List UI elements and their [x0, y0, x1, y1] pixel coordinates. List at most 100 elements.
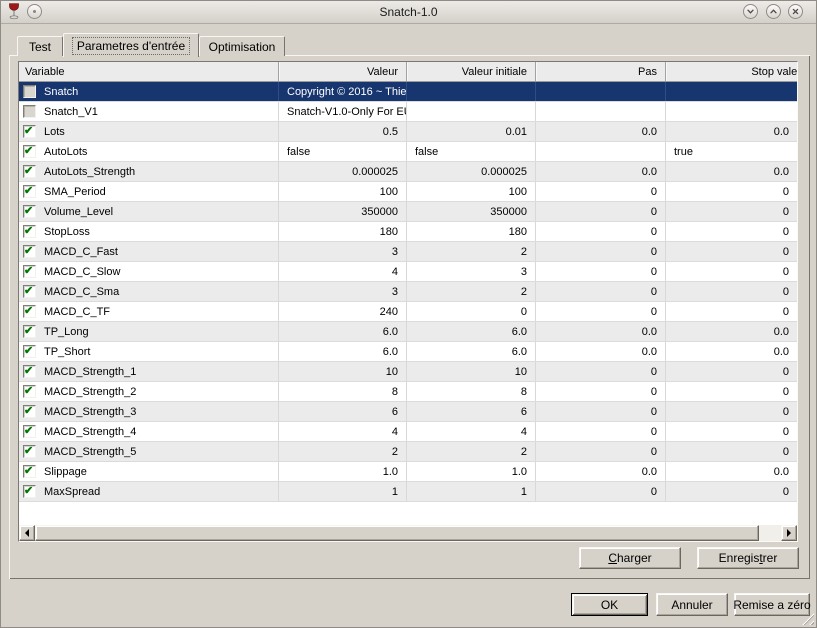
row-value-cell[interactable]: 0.0	[666, 162, 797, 181]
row-checkbox[interactable]: ✔	[23, 345, 36, 358]
row-value-cell[interactable]: 2	[407, 242, 536, 261]
row-value-cell[interactable]	[536, 82, 666, 101]
row-value-cell[interactable]: 0	[536, 282, 666, 301]
row-value-cell[interactable]: 0	[666, 422, 797, 441]
row-value-cell[interactable]: 0.0	[536, 122, 666, 141]
row-value-cell[interactable]: 0.5	[279, 122, 407, 141]
row-value-cell[interactable]: 0.0	[666, 322, 797, 341]
table-row[interactable]: ✔ SMA_Period 100 100 0 0	[19, 182, 797, 202]
row-value-cell[interactable]: 0	[666, 362, 797, 381]
row-checkbox[interactable]: ✔	[23, 245, 36, 258]
row-value-cell[interactable]: 0	[536, 442, 666, 461]
row-value-cell[interactable]: 350000	[407, 202, 536, 221]
row-value-cell[interactable]: 6.0	[407, 342, 536, 361]
row-value-cell[interactable]: 0	[536, 382, 666, 401]
table-row[interactable]: ✔ MaxSpread 1 1 0 0	[19, 482, 797, 502]
scroll-left-button[interactable]	[19, 525, 35, 541]
row-checkbox[interactable]: ✔	[23, 405, 36, 418]
close-button[interactable]	[788, 4, 803, 19]
row-checkbox[interactable]: ✔	[23, 145, 36, 158]
scroll-right-button[interactable]	[781, 525, 797, 541]
row-checkbox[interactable]: ✔	[23, 425, 36, 438]
row-value-cell[interactable]	[407, 82, 536, 101]
row-value-cell[interactable]: 1	[407, 482, 536, 501]
tab-optimisation[interactable]: Optimisation	[199, 36, 285, 56]
row-value-cell[interactable]: 0.0	[536, 162, 666, 181]
table-row[interactable]: ✔ Lots 0.5 0.01 0.0 0.0	[19, 122, 797, 142]
table-row[interactable]: ✔ TP_Short 6.0 6.0 0.0 0.0	[19, 342, 797, 362]
row-value-cell[interactable]	[666, 82, 797, 101]
row-value-cell[interactable]: 1.0	[407, 462, 536, 481]
unshade-button[interactable]	[766, 4, 781, 19]
table-row[interactable]: ✔ MACD_Strength_5 2 2 0 0	[19, 442, 797, 462]
table-row[interactable]: ✔ TP_Long 6.0 6.0 0.0 0.0	[19, 322, 797, 342]
row-value-cell[interactable]: 6.0	[279, 322, 407, 341]
row-value-cell[interactable]: 8	[279, 382, 407, 401]
row-value-cell[interactable]: 0.0	[666, 342, 797, 361]
row-checkbox[interactable]: ✔	[23, 265, 36, 278]
enregistrer-button[interactable]: Enregistrer	[697, 547, 799, 569]
row-value-cell[interactable]: 6.0	[407, 322, 536, 341]
table-row[interactable]: ✔ Snatch_V1 Snatch-V1.0-Only For EUR/USD…	[19, 102, 797, 122]
row-value-cell[interactable]: 0	[666, 302, 797, 321]
row-value-cell[interactable]: true	[666, 142, 797, 161]
row-value-cell[interactable]: 0	[666, 262, 797, 281]
row-value-cell[interactable]	[536, 142, 666, 161]
row-value-cell[interactable]: false	[279, 142, 407, 161]
row-checkbox[interactable]: ✔	[23, 305, 36, 318]
row-checkbox[interactable]: ✔	[23, 325, 36, 338]
row-value-cell[interactable]: Snatch-V1.0-Only For EUR/USD D1 TF	[279, 102, 407, 121]
row-value-cell[interactable]: 0.0	[536, 462, 666, 481]
remise-a-zero-button[interactable]: Remise a zéro	[734, 593, 810, 616]
row-value-cell[interactable]: 180	[279, 222, 407, 241]
row-value-cell[interactable]: 8	[407, 382, 536, 401]
row-value-cell[interactable]: 3	[279, 282, 407, 301]
row-checkbox[interactable]: ✔	[23, 385, 36, 398]
row-checkbox[interactable]: ✔	[23, 485, 36, 498]
row-value-cell[interactable]: 0	[666, 202, 797, 221]
table-row[interactable]: ✔ MACD_C_TF 240 0 0 0	[19, 302, 797, 322]
row-value-cell[interactable]: 0	[407, 302, 536, 321]
row-value-cell[interactable]: 0	[666, 282, 797, 301]
row-value-cell[interactable]: 6	[279, 402, 407, 421]
row-checkbox[interactable]: ✔	[23, 165, 36, 178]
scrollbar-thumb[interactable]	[35, 525, 759, 541]
row-value-cell[interactable]: 3	[279, 242, 407, 261]
row-value-cell[interactable]: 4	[279, 422, 407, 441]
row-value-cell[interactable]: 0	[536, 222, 666, 241]
row-value-cell[interactable]: 0	[536, 402, 666, 421]
row-checkbox[interactable]: ✔	[23, 445, 36, 458]
row-value-cell[interactable]: 0	[666, 442, 797, 461]
row-value-cell[interactable]: 0.000025	[407, 162, 536, 181]
row-value-cell[interactable]: 100	[279, 182, 407, 201]
row-value-cell[interactable]: 0.000025	[279, 162, 407, 181]
row-value-cell[interactable]: 180	[407, 222, 536, 241]
row-value-cell[interactable]: 240	[279, 302, 407, 321]
row-value-cell[interactable]: 0	[536, 422, 666, 441]
row-value-cell[interactable]: 0	[536, 262, 666, 281]
tab-parametres-entree[interactable]: Parametres d'entrée	[63, 33, 199, 57]
row-value-cell[interactable]: 4	[279, 262, 407, 281]
row-checkbox[interactable]: ✔	[23, 365, 36, 378]
row-value-cell[interactable]: 0.0	[536, 322, 666, 341]
row-value-cell[interactable]: 6	[407, 402, 536, 421]
row-value-cell[interactable]: 2	[407, 442, 536, 461]
row-value-cell[interactable]	[407, 102, 536, 121]
row-value-cell[interactable]: 2	[407, 282, 536, 301]
row-value-cell[interactable]	[536, 102, 666, 121]
row-value-cell[interactable]: 2	[279, 442, 407, 461]
row-value-cell[interactable]: 0	[666, 482, 797, 501]
row-value-cell[interactable]: 350000	[279, 202, 407, 221]
row-value-cell[interactable]: 0	[536, 242, 666, 261]
table-row[interactable]: ✔ Snatch Copyright © 2016 ~ Thierry Capu…	[19, 82, 797, 102]
row-value-cell[interactable]: 0	[536, 482, 666, 501]
row-value-cell[interactable]: 10	[279, 362, 407, 381]
charger-button[interactable]: Charger	[579, 547, 681, 569]
table-row[interactable]: ✔ MACD_Strength_1 10 10 0 0	[19, 362, 797, 382]
row-value-cell[interactable]: 0	[536, 182, 666, 201]
row-checkbox[interactable]: ✔	[23, 125, 36, 138]
table-row[interactable]: ✔ MACD_Strength_4 4 4 0 0	[19, 422, 797, 442]
table-row[interactable]: ✔ MACD_Strength_3 6 6 0 0	[19, 402, 797, 422]
row-value-cell[interactable]: 0	[536, 202, 666, 221]
row-value-cell[interactable]: 0.0	[536, 342, 666, 361]
